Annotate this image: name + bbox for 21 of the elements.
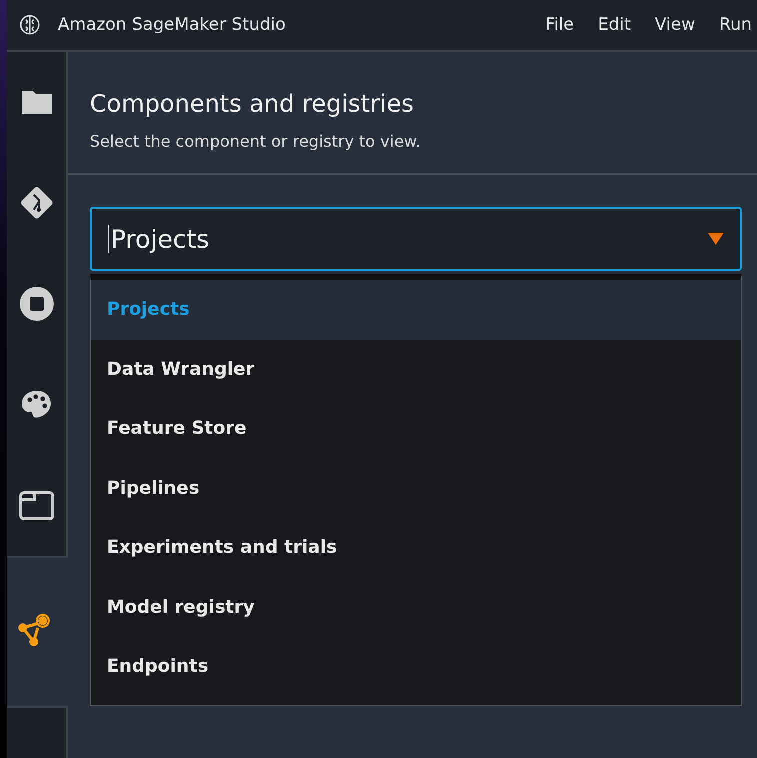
panel-subtitle: Select the component or registry to view.: [90, 132, 422, 151]
dropdown-option[interactable]: Pipelines: [91, 458, 741, 518]
caret-icon: [708, 233, 724, 245]
component-select[interactable]: Projects: [90, 207, 742, 271]
app-title: Amazon SageMaker Studio: [58, 15, 286, 35]
dropdown-option[interactable]: Endpoints: [91, 637, 741, 696]
palette-icon: [20, 390, 52, 420]
menu-item[interactable]: Edit: [586, 15, 644, 35]
dropdown-option[interactable]: Feature Store: [91, 399, 741, 458]
menu-item[interactable]: View: [643, 15, 708, 35]
menu-item[interactable]: File: [534, 15, 586, 35]
folder-icon: [20, 88, 52, 116]
sidebar-tab[interactable]: [7, 556, 68, 708]
panel-title: Components and registries: [90, 90, 415, 118]
dropdown-option[interactable]: Data Wrangler: [91, 340, 741, 399]
dropdown-option[interactable]: Experiments and trials: [91, 518, 741, 578]
stop-icon: [18, 286, 54, 322]
menu-item[interactable]: Run: [707, 15, 757, 35]
dropdown-option[interactable]: Model registry: [91, 578, 741, 637]
window-icon: [18, 490, 54, 520]
dropdown-option[interactable]: Projects: [91, 280, 741, 340]
